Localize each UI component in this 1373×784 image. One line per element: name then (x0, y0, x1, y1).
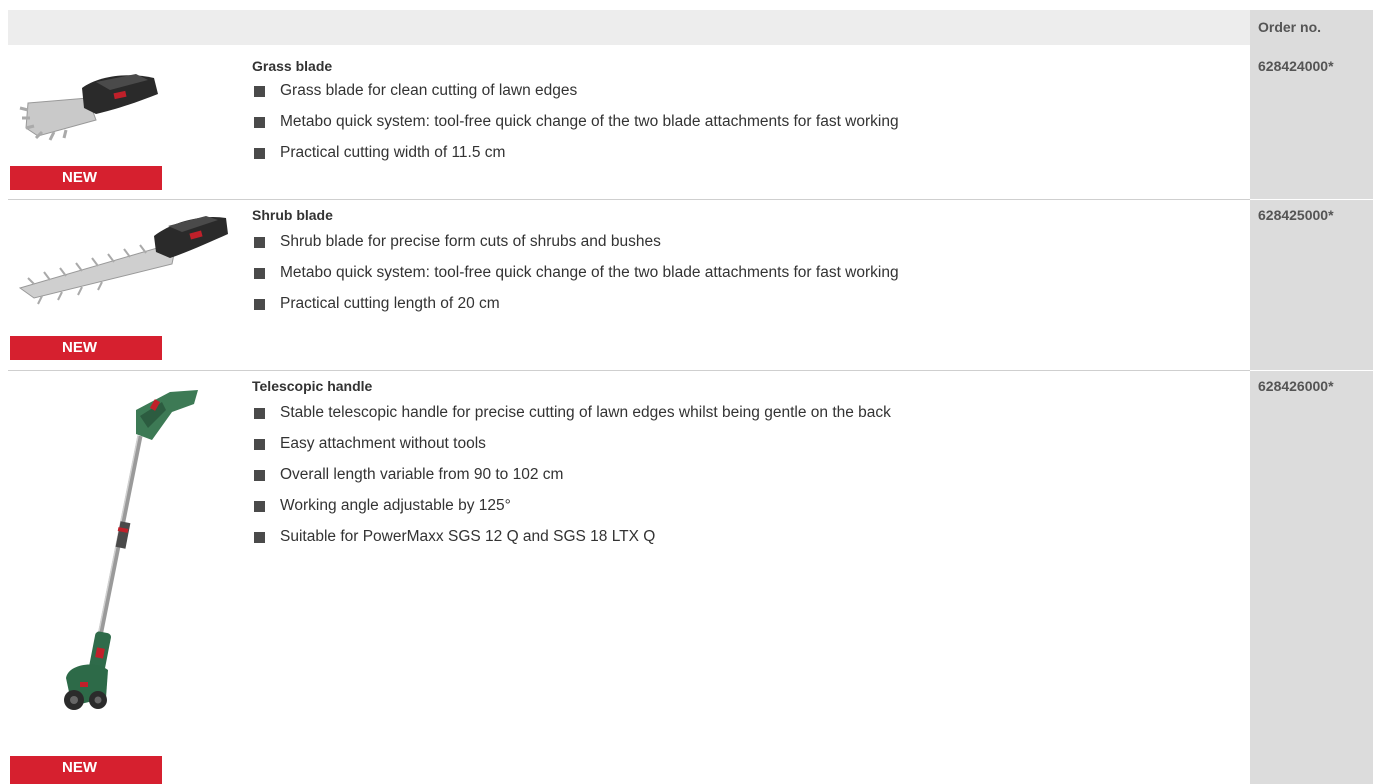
feature-item: Easy attachment without tools (252, 429, 891, 460)
bullet-square-icon (254, 117, 265, 128)
row-divider (1250, 370, 1373, 371)
bullet-square-icon (254, 86, 265, 97)
bullet-square-icon (254, 439, 265, 450)
bullet-square-icon (254, 470, 265, 481)
telescopic-handle-image (64, 390, 198, 710)
bullet-square-icon (254, 237, 265, 248)
row-divider (8, 199, 1250, 200)
feature-item: Suitable for PowerMaxx SGS 12 Q and SGS … (252, 522, 891, 548)
grass-blade-image (19, 74, 158, 141)
feature-list: Grass blade for clean cutting of lawn ed… (252, 81, 899, 164)
shrub-blade-image (18, 216, 228, 305)
order-column-background (1250, 45, 1373, 784)
bullet-square-icon (254, 532, 265, 543)
order-number: 628425000* (1258, 207, 1334, 223)
row-divider (8, 370, 1250, 371)
row-divider (1250, 199, 1373, 200)
new-badge: NEW (10, 756, 162, 784)
feature-list: Stable telescopic handle for precise cut… (252, 403, 891, 548)
feature-item: Metabo quick system: tool-free quick cha… (252, 107, 899, 138)
new-badge: NEW (10, 336, 162, 360)
feature-item: Working angle adjustable by 125° (252, 491, 891, 522)
order-no-header: Order no. (1250, 10, 1373, 45)
feature-item: Practical cutting width of 11.5 cm (252, 138, 899, 164)
order-number: 628424000* (1258, 58, 1334, 74)
bullet-square-icon (254, 501, 265, 512)
feature-item: Overall length variable from 90 to 102 c… (252, 460, 891, 491)
feature-item: Metabo quick system: tool-free quick cha… (252, 258, 899, 289)
feature-item: Grass blade for clean cutting of lawn ed… (252, 81, 899, 107)
new-badge: NEW (10, 166, 162, 190)
feature-item: Practical cutting length of 20 cm (252, 289, 899, 315)
bullet-square-icon (254, 408, 265, 419)
product-title: Telescopic handle (252, 378, 373, 394)
feature-list: Shrub blade for precise form cuts of shr… (252, 232, 899, 315)
product-title: Shrub blade (252, 207, 333, 223)
feature-item: Shrub blade for precise form cuts of shr… (252, 232, 899, 258)
bullet-square-icon (254, 299, 265, 310)
product-title: Grass blade (252, 58, 333, 74)
bullet-square-icon (254, 268, 265, 279)
bullet-square-icon (254, 148, 265, 159)
feature-item: Stable telescopic handle for precise cut… (252, 403, 891, 429)
order-number: 628426000* (1258, 378, 1334, 394)
table-header (8, 10, 1373, 45)
